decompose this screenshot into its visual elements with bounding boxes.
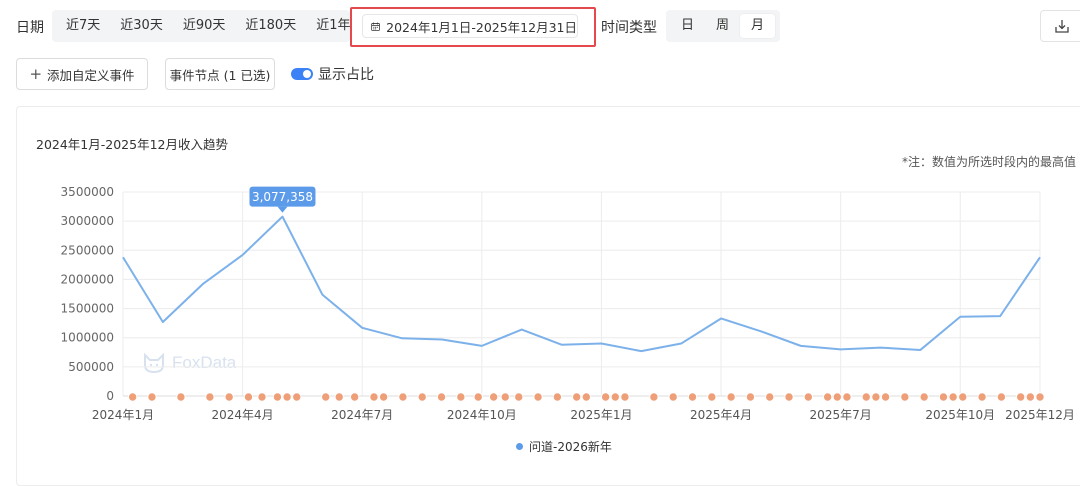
y-tick-label: 3000000: [61, 214, 114, 228]
legend-dot: [516, 443, 523, 450]
x-tick-label: 2024年7月: [331, 408, 393, 422]
event-marker[interactable]: [996, 392, 1007, 402]
x-tick-label: 2025年1月: [570, 408, 632, 422]
event-marker[interactable]: [842, 392, 852, 402]
event-marker[interactable]: [176, 392, 186, 402]
revenue-line-chart: 3500000 3000000 2500000 2000000 1500000 10000…: [61, 185, 1075, 422]
peak-tooltip-arrow: [277, 206, 288, 213]
x-tick-label: 2025年7月: [810, 408, 872, 422]
event-marker[interactable]: [610, 392, 620, 402]
event-marker[interactable]: [369, 392, 379, 402]
event-marker[interactable]: [726, 392, 736, 402]
series-line: [122, 215, 1041, 353]
event-marker[interactable]: [687, 392, 698, 402]
y-tick-label: 2500000: [61, 243, 114, 257]
y-tick-label: 2000000: [61, 272, 114, 286]
event-marker[interactable]: [321, 392, 331, 402]
event-marker[interactable]: [257, 392, 267, 402]
event-marker[interactable]: [900, 392, 910, 402]
event-marker[interactable]: [649, 392, 659, 402]
event-marker[interactable]: [552, 392, 563, 402]
event-marker[interactable]: [533, 392, 543, 402]
event-marker[interactable]: [861, 392, 871, 402]
x-tick-label: 2025年4月: [690, 408, 752, 422]
event-marker[interactable]: [272, 392, 283, 402]
event-marker[interactable]: [765, 392, 775, 402]
event-marker[interactable]: [977, 392, 987, 402]
event-marker[interactable]: [398, 392, 408, 402]
event-marker[interactable]: [224, 392, 234, 402]
chart-legend: 问道-2026新年: [516, 438, 612, 455]
event-marker[interactable]: [668, 392, 678, 402]
event-marker[interactable]: [784, 392, 794, 402]
event-marker[interactable]: [948, 392, 958, 402]
y-tick-label: 1000000: [61, 331, 114, 345]
event-marker[interactable]: [871, 392, 881, 402]
event-marker[interactable]: [620, 392, 630, 402]
x-tick-label: 2024年10月: [447, 408, 517, 422]
event-marker[interactable]: [205, 392, 215, 402]
event-marker[interactable]: [282, 392, 292, 402]
event-marker[interactable]: [378, 392, 389, 402]
event-marker[interactable]: [334, 392, 344, 402]
event-marker[interactable]: [456, 392, 466, 402]
event-marker[interactable]: [880, 392, 891, 402]
event-marker[interactable]: [938, 392, 949, 402]
event-marker[interactable]: [488, 392, 499, 402]
event-marker[interactable]: [571, 392, 582, 402]
event-marker[interactable]: [581, 392, 592, 402]
event-marker[interactable]: [1035, 392, 1045, 402]
event-marker[interactable]: [473, 392, 483, 402]
event-marker[interactable]: [436, 392, 447, 402]
event-marker[interactable]: [707, 392, 717, 402]
event-marker[interactable]: [600, 392, 611, 402]
event-marker[interactable]: [1015, 392, 1026, 402]
y-tick-label: 0: [106, 389, 114, 403]
event-marker[interactable]: [958, 392, 968, 402]
event-marker[interactable]: [243, 392, 254, 402]
event-marker[interactable]: [919, 392, 929, 402]
y-tick-label: 500000: [68, 360, 114, 374]
x-tick-label: 2025年10月: [925, 408, 995, 422]
event-marker[interactable]: [745, 392, 756, 402]
event-marker[interactable]: [147, 392, 157, 402]
event-marker[interactable]: [1025, 392, 1036, 402]
event-marker[interactable]: [349, 392, 360, 402]
event-marker[interactable]: [500, 392, 510, 402]
x-tick-label: 2024年4月: [212, 408, 274, 422]
y-tick-label: 3500000: [61, 185, 114, 199]
x-tick-label: 2025年12月: [1005, 408, 1075, 422]
event-marker[interactable]: [803, 392, 814, 402]
y-tick-label: 1500000: [61, 302, 114, 316]
x-tick-label: 2024年1月: [92, 408, 154, 422]
event-marker[interactable]: [127, 392, 138, 402]
event-marker[interactable]: [292, 392, 302, 402]
event-marker[interactable]: [514, 392, 524, 402]
event-marker[interactable]: [832, 392, 842, 402]
event-marker[interactable]: [417, 392, 427, 402]
legend-series-label[interactable]: 问道-2026新年: [529, 438, 612, 455]
peak-tooltip-label: 3,077,358: [252, 190, 313, 204]
event-marker[interactable]: [822, 392, 833, 402]
